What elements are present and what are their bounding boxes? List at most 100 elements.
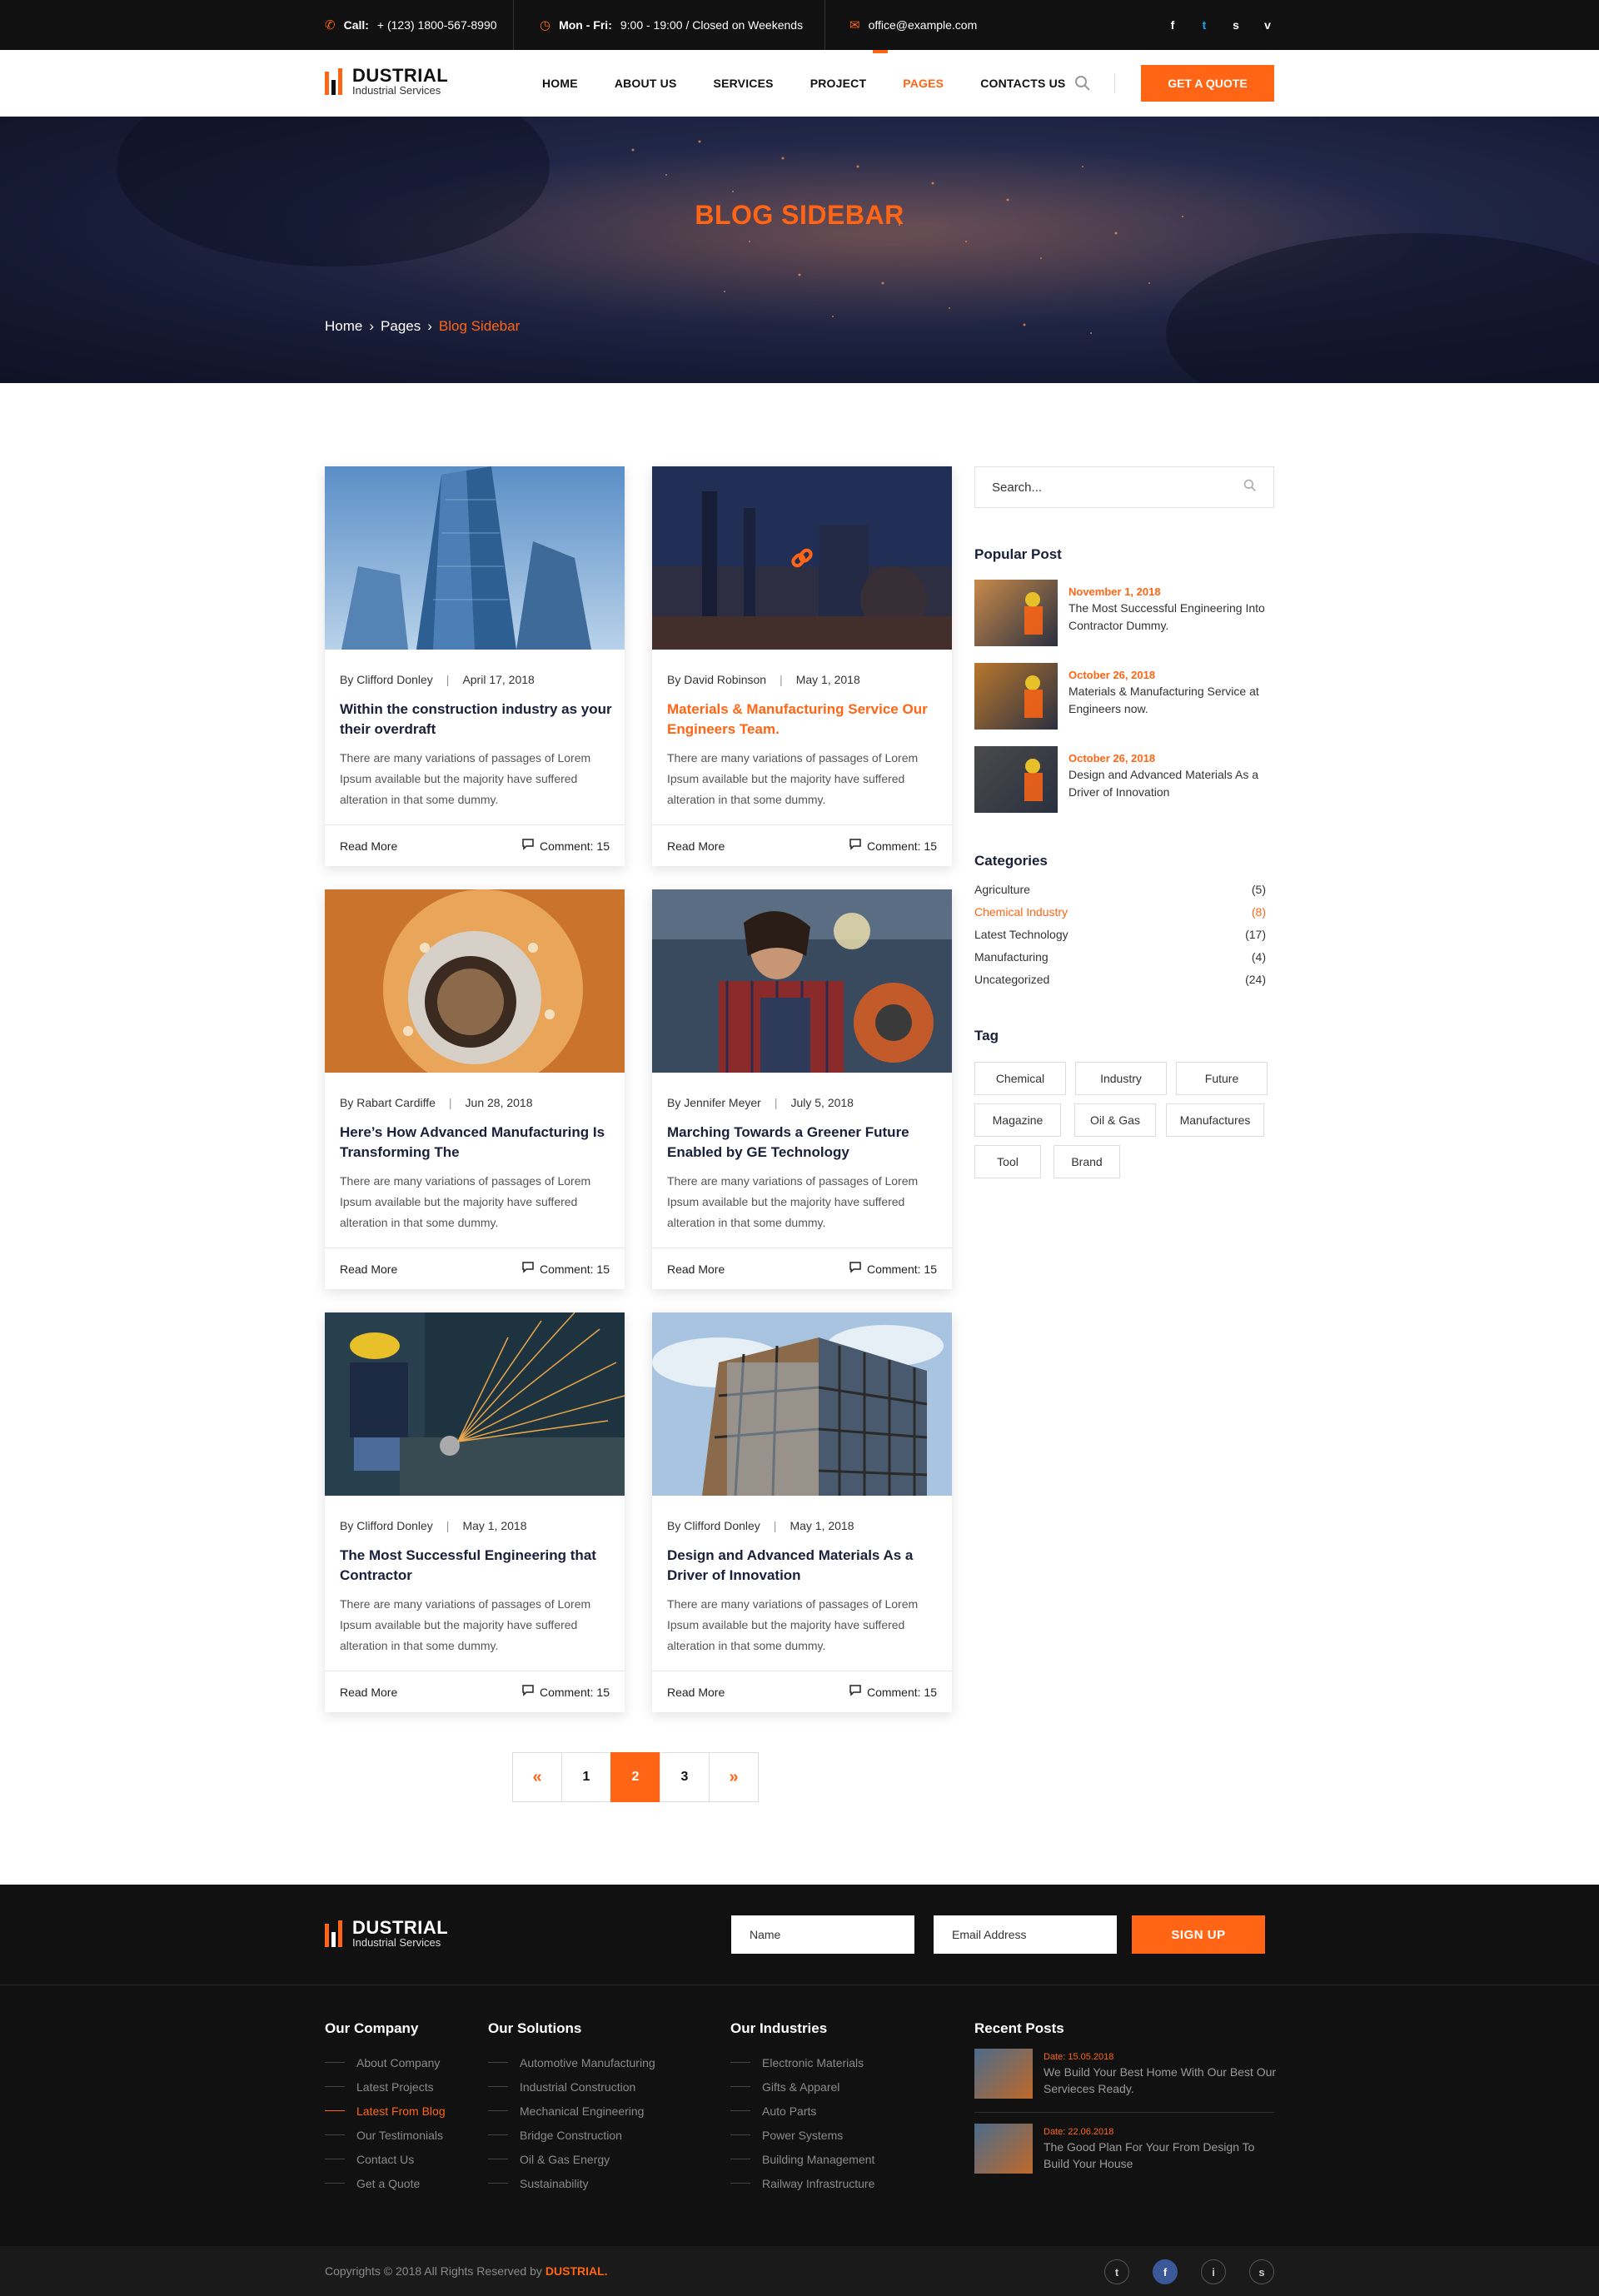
recent-post-title[interactable]: We Build Your Best Home With Our Best Ou… bbox=[1044, 2064, 1277, 2097]
vine-icon[interactable]: v bbox=[1259, 17, 1276, 33]
footer-link[interactable]: Auto Parts bbox=[730, 2099, 874, 2123]
comments-link[interactable]: Comment: 15 bbox=[521, 1685, 610, 1699]
blog-card[interactable]: By Jennifer Meyer | July 5, 2018 Marching T… bbox=[652, 889, 952, 1289]
read-more-link[interactable]: Read More bbox=[667, 1263, 725, 1276]
post-title[interactable]: Design and Advanced Materials As a Drive… bbox=[667, 1546, 942, 1586]
read-more-link[interactable]: Read More bbox=[340, 1686, 397, 1699]
sidebar-search-input[interactable]: Search... bbox=[974, 466, 1274, 508]
category-item[interactable]: Uncategorized (24) bbox=[974, 973, 1266, 995]
footer-link[interactable]: Industrial Construction bbox=[488, 2074, 655, 2099]
footer-link[interactable]: Oil & Gas Energy bbox=[488, 2147, 655, 2171]
footer-link[interactable]: Bridge Construction bbox=[488, 2123, 655, 2147]
post-title[interactable]: Within the construction industry as your… bbox=[340, 700, 615, 740]
post-author[interactable]: By Clifford Donley bbox=[340, 673, 433, 686]
popular-post-thumbnail[interactable] bbox=[974, 663, 1058, 730]
top-bar-email[interactable]: ✉ office@example.com bbox=[849, 0, 977, 50]
popular-post-title[interactable]: The Most Successful Engineering Into Con… bbox=[1068, 600, 1277, 635]
footer-link[interactable]: Electronic Materials bbox=[730, 2050, 874, 2074]
post-author[interactable]: By Jennifer Meyer bbox=[667, 1096, 761, 1109]
twitter-icon[interactable]: t bbox=[1196, 17, 1213, 33]
category-item[interactable]: Agriculture (5) bbox=[974, 883, 1266, 905]
search-icon[interactable] bbox=[1074, 75, 1091, 92]
popular-post-thumbnail[interactable] bbox=[974, 580, 1058, 646]
footer-link[interactable]: About Company bbox=[325, 2050, 446, 2074]
popular-post-title[interactable]: Design and Advanced Materials As a Drive… bbox=[1068, 766, 1277, 801]
read-more-link[interactable]: Read More bbox=[667, 839, 725, 853]
footer-link[interactable]: Mechanical Engineering bbox=[488, 2099, 655, 2123]
footer-link[interactable]: Latest From Blog bbox=[325, 2099, 446, 2123]
post-title[interactable]: Here’s How Advanced Manufacturing Is Tra… bbox=[340, 1123, 615, 1163]
footer-link[interactable]: Gifts & Apparel bbox=[730, 2074, 874, 2099]
blog-card[interactable]: By Clifford Donley | May 1, 2018 Design and… bbox=[652, 1312, 952, 1712]
footer-link[interactable]: Our Testimonials bbox=[325, 2123, 446, 2147]
recent-post-thumbnail[interactable] bbox=[974, 2049, 1033, 2099]
facebook-icon[interactable]: f bbox=[1164, 17, 1181, 33]
recent-post-title[interactable]: The Good Plan For Your From Design To Bu… bbox=[1044, 2139, 1277, 2172]
footer-link[interactable]: Contact Us bbox=[325, 2147, 446, 2171]
footer-link[interactable]: Get a Quote bbox=[325, 2171, 446, 2195]
nav-item-pages[interactable]: PAGES bbox=[903, 77, 944, 90]
page-button-1[interactable]: 1 bbox=[561, 1752, 611, 1802]
footer-link[interactable]: Sustainability bbox=[488, 2171, 655, 2195]
comments-link[interactable]: Comment: 15 bbox=[849, 1262, 937, 1276]
category-item[interactable]: Chemical Industry (8) bbox=[974, 905, 1266, 928]
newsletter-email-input[interactable]: Email Address bbox=[934, 1915, 1117, 1954]
skype-icon[interactable]: s bbox=[1249, 2259, 1274, 2284]
instagram-icon[interactable]: i bbox=[1201, 2259, 1226, 2284]
tag-button[interactable]: Manufactures bbox=[1166, 1103, 1264, 1137]
comments-link[interactable]: Comment: 15 bbox=[521, 839, 610, 853]
read-more-link[interactable]: Read More bbox=[340, 1263, 397, 1276]
nav-item-project[interactable]: PROJECT bbox=[810, 77, 867, 90]
breadcrumb-home[interactable]: Home bbox=[325, 318, 362, 335]
footer-link[interactable]: Railway Infrastructure bbox=[730, 2171, 874, 2195]
tag-button[interactable]: Brand bbox=[1054, 1145, 1120, 1178]
tag-button[interactable]: Industry bbox=[1075, 1062, 1167, 1095]
footer-link[interactable]: Latest Projects bbox=[325, 2074, 446, 2099]
post-title[interactable]: Materials & Manufacturing Service Our En… bbox=[667, 700, 942, 740]
recent-post-thumbnail[interactable] bbox=[974, 2124, 1033, 2174]
tag-button[interactable]: Chemical bbox=[974, 1062, 1066, 1095]
blog-card[interactable]: By Clifford Donley | April 17, 2018 Within … bbox=[325, 466, 625, 866]
logo[interactable]: DUSTRIAL Industrial Services bbox=[325, 67, 448, 97]
footer-logo[interactable]: DUSTRIAL Industrial Services bbox=[325, 1919, 448, 1949]
next-page-button[interactable]: » bbox=[709, 1752, 759, 1802]
tag-button[interactable]: Future bbox=[1176, 1062, 1268, 1095]
top-bar-call[interactable]: ✆ Call: + (123) 1800-567-8990 bbox=[325, 0, 497, 50]
nav-item-contacts[interactable]: CONTACTS US bbox=[980, 77, 1065, 90]
category-item[interactable]: Latest Technology (17) bbox=[974, 928, 1266, 950]
read-more-link[interactable]: Read More bbox=[667, 1686, 725, 1699]
twitter-icon[interactable]: t bbox=[1104, 2259, 1129, 2284]
post-author[interactable]: By David Robinson bbox=[667, 673, 766, 686]
nav-item-about[interactable]: ABOUT US bbox=[615, 77, 677, 90]
popular-post-title[interactable]: Materials & Manufacturing Service at Eng… bbox=[1068, 683, 1277, 718]
post-author[interactable]: By Clifford Donley bbox=[667, 1519, 760, 1532]
search-icon[interactable] bbox=[1243, 479, 1257, 496]
sign-up-button[interactable]: SIGN UP bbox=[1132, 1915, 1265, 1954]
copyright-brand[interactable]: DUSTRIAL. bbox=[545, 2264, 608, 2278]
blog-card-image[interactable] bbox=[325, 889, 625, 1089]
page-button-3[interactable]: 3 bbox=[660, 1752, 710, 1802]
tag-button[interactable]: Tool bbox=[974, 1145, 1041, 1178]
get-quote-button[interactable]: GET A QUOTE bbox=[1141, 65, 1274, 102]
blog-card-image[interactable] bbox=[325, 466, 625, 650]
nav-item-services[interactable]: SERVICES bbox=[714, 77, 774, 90]
comments-link[interactable]: Comment: 15 bbox=[849, 1685, 937, 1699]
page-button-2[interactable]: 2 bbox=[610, 1752, 660, 1802]
footer-link[interactable]: Building Management bbox=[730, 2147, 874, 2171]
prev-page-button[interactable]: « bbox=[512, 1752, 562, 1802]
tag-button[interactable]: Magazine bbox=[974, 1103, 1061, 1137]
blog-card-image[interactable] bbox=[652, 889, 952, 1073]
nav-item-home[interactable]: HOME bbox=[542, 77, 578, 90]
tag-button[interactable]: Oil & Gas bbox=[1074, 1103, 1156, 1137]
blog-card-image[interactable] bbox=[652, 466, 952, 650]
post-author[interactable]: By Clifford Donley bbox=[340, 1519, 433, 1532]
comments-link[interactable]: Comment: 15 bbox=[849, 839, 937, 853]
category-item[interactable]: Manufacturing (4) bbox=[974, 950, 1266, 973]
breadcrumb-pages[interactable]: Pages bbox=[381, 318, 421, 335]
footer-link[interactable]: Power Systems bbox=[730, 2123, 874, 2147]
facebook-icon[interactable]: f bbox=[1153, 2259, 1178, 2284]
post-title[interactable]: Marching Towards a Greener Future Enable… bbox=[667, 1123, 942, 1163]
blog-card[interactable]: By Rabart Cardiffe | Jun 28, 2018 Here’s Ho… bbox=[325, 889, 625, 1289]
skype-icon[interactable]: s bbox=[1228, 17, 1244, 33]
blog-card[interactable]: By David Robinson | May 1, 2018 Materials &… bbox=[652, 466, 952, 866]
